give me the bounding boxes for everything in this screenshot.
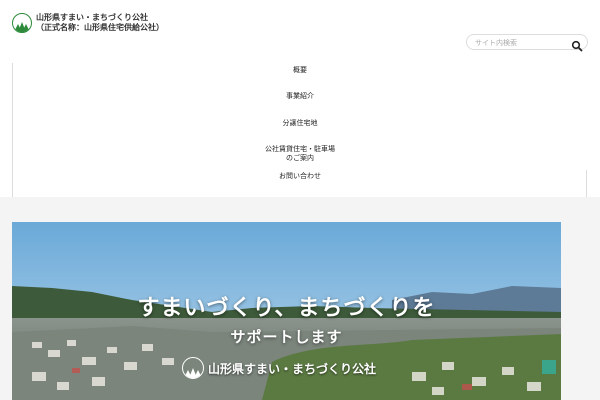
nav-divider-left [12,63,13,197]
logo-text: 山形県すまい・まちづくり公社 （正式名称：山形県住宅供給公社） [36,13,164,33]
logo-line-2: （正式名称：山形県住宅供給公社） [36,23,164,32]
nav-item-rental[interactable]: 公社賃貸住宅・駐車場のご案内 [262,145,338,163]
logo-line-1: 山形県すまい・まちづくり公社 [36,13,148,22]
search-input[interactable] [475,37,567,48]
mountain-logo-icon [182,357,204,379]
mountain-logo-icon [12,13,32,33]
nav-item-contact[interactable]: お問い合わせ [0,172,600,181]
nav-item-lots[interactable]: 分譲住宅地 [0,119,600,128]
site-header: 山形県すまい・まちづくり公社 （正式名称：山形県住宅供給公社） [0,0,600,63]
nav-divider-right [586,170,587,197]
search-icon [571,40,583,52]
hero-subtitle: サポートします [230,328,343,346]
site-logo[interactable]: 山形県すまい・まちづくり公社 （正式名称：山形県住宅供給公社） [12,13,164,33]
hero-title: すまいづくり、まちづくりを [137,296,436,321]
nav-item-overview[interactable]: 概要 [0,66,600,75]
hero-brand-name: 山形県すまい・まちづくり公社 [208,361,377,376]
nav-item-business[interactable]: 事業紹介 [0,92,600,101]
search-button[interactable] [571,37,583,52]
global-nav: 概要 事業紹介 分譲住宅地 公社賃貸住宅・駐車場のご案内 お問い合わせ [0,63,600,197]
search-box [466,34,588,52]
hero-brand: 山形県すまい・まちづくり公社 [182,357,376,379]
hero-banner: すまいづくり、まちづくりを サポートします 山形県すまい・まちづくり公社 [12,222,561,400]
section-gap [0,197,600,211]
